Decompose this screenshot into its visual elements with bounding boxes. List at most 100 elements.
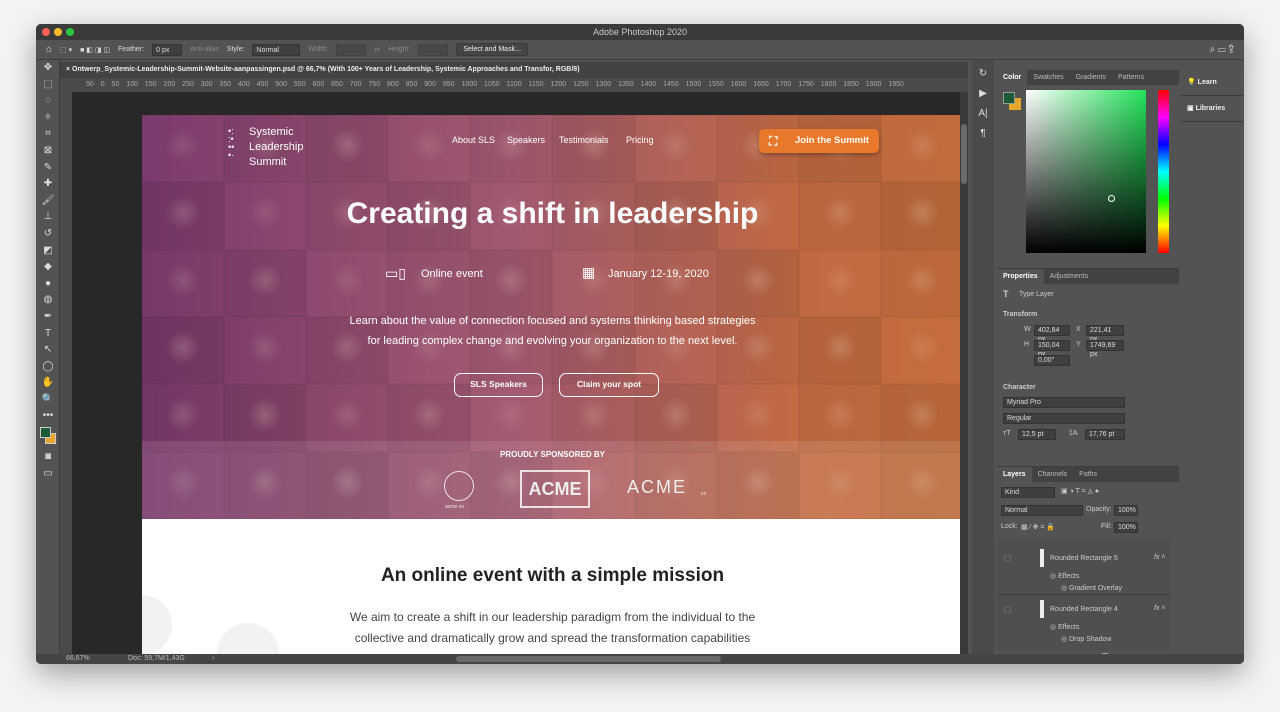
stamp-tool-icon[interactable]: ⊥ xyxy=(36,209,60,226)
opacity-field[interactable]: 100% xyxy=(1114,505,1138,516)
tab-channels[interactable]: Channels xyxy=(1032,467,1074,482)
height-input[interactable] xyxy=(418,43,449,56)
layer-filter-kind[interactable]: Kind xyxy=(1001,487,1055,498)
site-logo[interactable]: Systemic Leadership Summit xyxy=(249,125,303,170)
document-tab[interactable]: × Ontwerp_Systemic-Leadership-Summit-Web… xyxy=(60,62,968,78)
sls-speakers-button[interactable]: SLS Speakers xyxy=(454,373,543,397)
layer-row[interactable]: Rounded Rectangle 5 fx ˄ ◎ Effects ◎ Gra… xyxy=(997,545,1171,595)
libraries-button[interactable]: ▣ Libraries xyxy=(1181,96,1244,122)
horizontal-scrollbar[interactable] xyxy=(456,656,721,662)
angle-field[interactable]: 0,00° xyxy=(1034,355,1070,366)
fx-icon[interactable]: fx ˄ xyxy=(1154,605,1165,612)
quick-mask-icon[interactable]: ◙ xyxy=(36,449,60,466)
height-field[interactable]: 150,04 px xyxy=(1034,340,1070,358)
actions-play-icon[interactable]: ▶ xyxy=(972,84,994,104)
blend-mode-select[interactable]: Normal xyxy=(1001,505,1083,516)
minimize-window-button[interactable] xyxy=(54,28,62,36)
transform-header[interactable]: Transform xyxy=(1003,311,1037,318)
width-input[interactable] xyxy=(336,43,367,56)
tab-layers[interactable]: Layers xyxy=(997,467,1032,482)
type-tool-icon[interactable]: T xyxy=(36,326,60,343)
character-header[interactable]: Character xyxy=(1003,384,1036,391)
tab-gradients[interactable]: Gradients xyxy=(1070,70,1112,85)
frame-tool-icon[interactable]: ⊠ xyxy=(36,143,60,160)
learn-button[interactable]: 💡 Learn xyxy=(1181,70,1244,96)
healing-brush-icon[interactable]: ✚ xyxy=(36,176,60,193)
scroll-thumb[interactable] xyxy=(961,124,967,184)
color-field[interactable] xyxy=(1026,90,1146,253)
nav-testimonials[interactable]: Testimonials xyxy=(559,135,609,145)
font-size-field[interactable]: 12,5 pt xyxy=(1018,429,1056,440)
leading-field[interactable]: 17,76 pt xyxy=(1085,429,1125,440)
layer-row[interactable]: Rounded Rectangle 4 fx ˄ ◎ Effects ◎ Dro… xyxy=(997,596,1171,646)
brush-tool-icon[interactable]: 🖌 xyxy=(36,193,60,210)
blur-tool-icon[interactable]: ● xyxy=(36,276,60,293)
feather-input[interactable]: 0 px xyxy=(152,43,183,56)
marquee-tool-preset-icon[interactable]: ⬚ ▾ xyxy=(60,46,72,54)
effect-row[interactable]: ◎ Drop Shadow xyxy=(1061,635,1111,643)
tab-adjustments[interactable]: Adjustments xyxy=(1044,269,1095,284)
status-menu-chevron-icon[interactable]: › xyxy=(212,654,214,664)
effects-row[interactable]: ◎ Effects xyxy=(1050,623,1079,631)
paint-bucket-icon[interactable]: ◆ xyxy=(36,259,60,276)
dodge-tool-icon[interactable]: ◍ xyxy=(36,292,60,309)
nav-about[interactable]: About SLS xyxy=(452,135,495,145)
claim-spot-button[interactable]: Claim your spot xyxy=(559,373,659,397)
swap-icon[interactable]: ⇄ xyxy=(374,46,380,54)
workspace-icons[interactable]: ⌕ ▭ ⇪ xyxy=(1210,44,1234,55)
x-field[interactable]: 221,41 px xyxy=(1086,325,1124,343)
tab-properties[interactable]: Properties xyxy=(997,269,1044,284)
path-select-icon[interactable]: ↖ xyxy=(36,342,60,359)
new-selection-icon[interactable]: ■ ◧ ◨ ◫ xyxy=(80,46,110,54)
effect-row[interactable]: ◎ Gradient Overlay xyxy=(1061,584,1122,592)
maximize-window-button[interactable] xyxy=(66,28,74,36)
marquee-tool-icon[interactable]: ⬚ xyxy=(36,77,60,94)
width-field[interactable]: 402,84 px xyxy=(1034,325,1070,343)
vertical-scrollbar[interactable] xyxy=(960,92,968,654)
move-tool-icon[interactable]: ✥ xyxy=(36,60,60,77)
tab-swatches[interactable]: Swatches xyxy=(1027,70,1069,85)
lasso-tool-icon[interactable]: ◌ xyxy=(36,93,60,110)
font-style-select[interactable]: Regular xyxy=(1003,413,1125,424)
effects-row[interactable]: ◎ Effects xyxy=(1050,572,1079,580)
magic-wand-icon[interactable]: ✧ xyxy=(36,110,60,127)
fill-field[interactable]: 100% xyxy=(1114,522,1138,533)
canvas-area[interactable]: •::• •• •· Systemic Leadership Summit Abou… xyxy=(72,92,960,654)
nav-pricing[interactable]: Pricing xyxy=(626,135,654,145)
select-and-mask-button[interactable]: Select and Mask... xyxy=(456,43,528,56)
zoom-level[interactable]: 66,67% xyxy=(66,654,90,664)
paragraph-icon[interactable]: ¶ xyxy=(972,124,994,144)
style-select[interactable]: Normal xyxy=(252,43,301,56)
hue-slider[interactable] xyxy=(1158,90,1169,253)
eraser-icon[interactable]: ◩ xyxy=(36,243,60,260)
foreground-swatch[interactable] xyxy=(1003,92,1015,104)
nav-speakers[interactable]: Speakers xyxy=(507,135,545,145)
lock-icons[interactable]: ▦ ⁄ ✥ ⌗ 🔒 xyxy=(1021,523,1055,532)
home-icon[interactable]: ⌂ xyxy=(46,44,52,55)
character-icon[interactable]: A| xyxy=(972,104,994,124)
visibility-toggle[interactable] xyxy=(1004,555,1011,562)
zoom-tool-icon[interactable]: 🔍 xyxy=(36,392,60,409)
pen-tool-icon[interactable]: ✒ xyxy=(36,309,60,326)
tab-color[interactable]: Color xyxy=(997,70,1028,85)
tab-paths[interactable]: Paths xyxy=(1073,467,1103,482)
y-field[interactable]: 1749,69 px xyxy=(1086,340,1124,358)
filter-icons[interactable]: ▣ ◑ T ⌗ ◬ ● xyxy=(1061,487,1099,496)
color-picker-cursor[interactable] xyxy=(1108,195,1115,202)
more-tools-icon[interactable]: ••• xyxy=(36,408,60,425)
antialias-checkbox[interactable]: Anti-alias xyxy=(190,46,219,53)
hand-tool-icon[interactable]: ✋ xyxy=(36,375,60,392)
eyedropper-icon[interactable]: ✎ xyxy=(36,160,60,177)
join-summit-button[interactable]: ⛶ Join the Summit xyxy=(759,129,879,153)
history-icon[interactable]: ↻ xyxy=(972,64,994,84)
history-brush-icon[interactable]: ↺ xyxy=(36,226,60,243)
visibility-toggle[interactable] xyxy=(1004,606,1011,613)
foreground-color[interactable] xyxy=(40,427,51,439)
crop-tool-icon[interactable]: ⌗ xyxy=(36,126,60,143)
ellipse-tool-icon[interactable]: ◯ xyxy=(36,359,60,376)
color-swatches[interactable] xyxy=(36,425,60,449)
close-window-button[interactable] xyxy=(42,28,50,36)
fx-icon[interactable]: fx ˄ xyxy=(1154,554,1165,561)
tab-patterns[interactable]: Patterns xyxy=(1112,70,1150,85)
screen-mode-icon[interactable]: ▭ xyxy=(36,466,60,483)
